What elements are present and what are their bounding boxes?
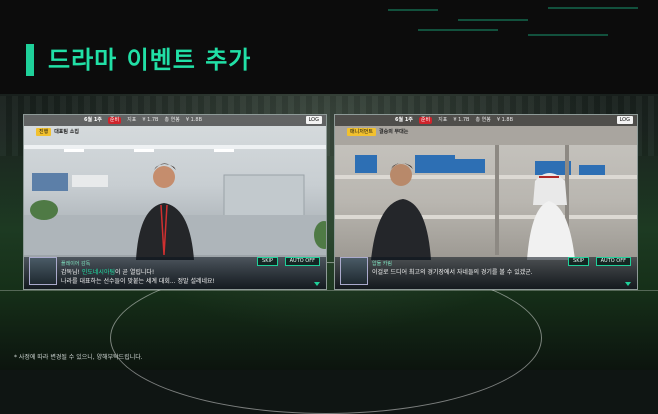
screenshot-national-team: 6월 1주 준비 지표 ¥ 1.7B 총 연봉 ¥ 1.8B LOG 진행 대표… bbox=[23, 114, 327, 290]
speaker-portrait bbox=[340, 257, 368, 285]
dialog-highlight: 인도네시아팀 bbox=[81, 269, 115, 276]
speaker-portrait bbox=[29, 257, 57, 285]
status-hud: 6월 1주 준비 지표 ¥ 1.7B 총 연봉 ¥ 1.8B bbox=[335, 115, 637, 126]
hud-salary: ¥ 1.8B bbox=[496, 117, 514, 123]
title-bar: 드라마 이벤트 추가 bbox=[0, 0, 658, 94]
dialog-line-1: 감독님! 인도네시아팀이 곧 열립니다! bbox=[61, 267, 154, 276]
hud-stat-label: 지표 bbox=[438, 117, 448, 123]
hud-budget: ¥ 1.7B bbox=[453, 117, 470, 123]
dialog-text: 이 곧 열립니다! bbox=[115, 269, 155, 276]
dialog-text: 감독님! bbox=[61, 269, 82, 276]
skip-button[interactable]: SKIP bbox=[568, 257, 589, 266]
speaker-name: 플레이어 감독 bbox=[61, 261, 91, 267]
dialog-box[interactable]: 압둘 카림 이걸로 드디어 최고의 경기장에서 자네들의 경기를 볼 수 있겠군… bbox=[335, 257, 637, 289]
hud-salary: ¥ 1.8B bbox=[185, 117, 203, 123]
hud-stat-label: 지표 bbox=[127, 117, 137, 123]
dialog-line-1: 이걸로 드디어 최고의 경기장에서 자네들의 경기를 볼 수 있겠군. bbox=[372, 269, 533, 276]
speaker-name: 압둘 카림 bbox=[372, 261, 392, 267]
event-tag: 매니저먼트 결승의 무대는 bbox=[347, 128, 408, 136]
auto-toggle-button[interactable]: AUTO OFF bbox=[595, 257, 631, 266]
hud-salary-label: 총 연봉 bbox=[475, 117, 491, 123]
footnote: * 사정에 따라 변경될 수 있으니, 양해부탁드립니다. bbox=[14, 354, 143, 361]
page-title: 드라마 이벤트 추가 bbox=[48, 46, 252, 74]
status-hud: 6월 1주 준비 지표 ¥ 1.7B 총 연봉 ¥ 1.8B bbox=[24, 115, 326, 126]
hud-budget: ¥ 1.7B bbox=[142, 117, 159, 123]
event-title: 결승의 무대는 bbox=[379, 129, 409, 135]
auto-toggle-button[interactable]: AUTO OFF bbox=[284, 257, 320, 266]
title-accent-bar bbox=[26, 44, 34, 76]
event-title: 대표팀 소집 bbox=[54, 129, 79, 135]
hud-salary-label: 총 연봉 bbox=[164, 117, 180, 123]
next-arrow-icon[interactable] bbox=[314, 282, 320, 286]
screenshot-final-stage: 6월 1주 준비 지표 ¥ 1.7B 총 연봉 ¥ 1.8B LOG 매니저먼트… bbox=[334, 114, 638, 290]
event-tag: 진행 대표팀 소집 bbox=[36, 128, 79, 136]
dialog-line-2: 나라를 대표하는 선수들이 맞붙는 세계 대회... 정말 설레네요! bbox=[61, 278, 215, 285]
hud-phase-badge: 준비 bbox=[418, 117, 433, 124]
skip-button[interactable]: SKIP bbox=[257, 257, 278, 266]
event-category-chip: 매니저먼트 bbox=[347, 128, 377, 136]
event-category-chip: 진행 bbox=[36, 128, 52, 136]
log-button[interactable]: LOG bbox=[305, 116, 322, 124]
dialog-box[interactable]: 플레이어 감독 감독님! 인도네시아팀이 곧 열립니다! 나라를 대표하는 선수… bbox=[24, 257, 326, 289]
decorative-lines bbox=[388, 7, 638, 36]
hud-date: 6월 1주 bbox=[395, 117, 413, 123]
next-arrow-icon[interactable] bbox=[625, 282, 631, 286]
hud-date: 6월 1주 bbox=[84, 117, 102, 123]
log-button[interactable]: LOG bbox=[616, 116, 633, 124]
hud-phase-badge: 준비 bbox=[107, 117, 122, 124]
